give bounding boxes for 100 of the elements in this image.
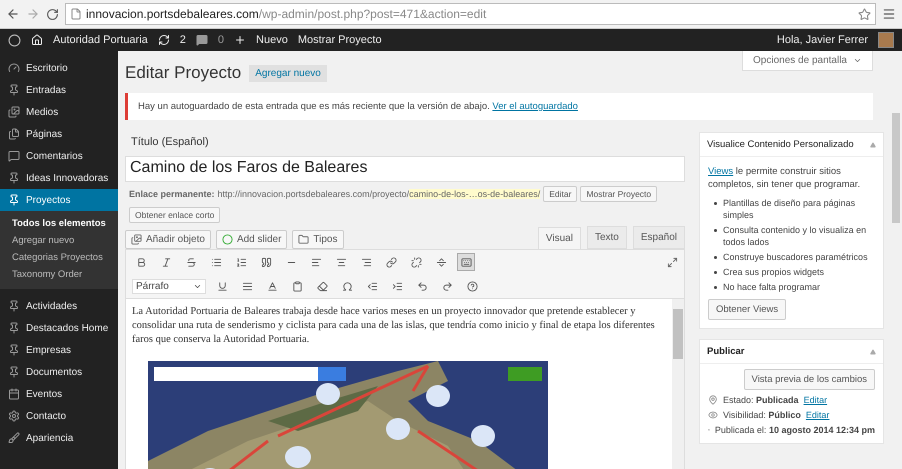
preview-button[interactable]: Vista previa de los cambios: [744, 369, 875, 390]
media-button[interactable]: Add slider: [216, 230, 288, 249]
permalink-label: Enlace permanente:: [129, 189, 215, 199]
sidebar-item[interactable]: Eventos: [0, 383, 118, 405]
publish-status: Publicada el: 10 agosto 2014 12:34 pm: [714, 425, 875, 435]
sidebar-label[interactable]: Medios: [26, 106, 58, 118]
title-label: Título (Español): [130, 135, 210, 150]
updates-icon[interactable]: [158, 34, 170, 46]
media-button[interactable]: Tipos: [292, 230, 344, 249]
edit-link[interactable]: Editar: [804, 395, 828, 405]
menu-icon[interactable]: [882, 7, 896, 21]
panel-title: Visualice Contenido Personalizado: [707, 139, 854, 150]
sidebar-item[interactable]: Proyectos: [0, 189, 118, 211]
body-text: La Autoridad Portuaria de Baleares trabaja desde hace varios meses en un proyecto innovador que pretende establecer y consolidar una ruta de senderismo y ciclista para cada una de las islas, que tendría como inicio y final de etapa los diferentes faros que conserva la Autoridad Portuaria.: [132, 305, 656, 347]
sidebar-label[interactable]: Documentos: [26, 366, 82, 378]
title-field[interactable]: Camino de los Faros de Baleares: [125, 156, 685, 182]
fullscreen-icon[interactable]: [667, 256, 678, 268]
submenu-item[interactable]: Taxonomy Order: [0, 266, 118, 283]
pages-icon: [8, 128, 20, 140]
sidebar-item[interactable]: Ideas Innovadoras: [0, 167, 118, 189]
view-link[interactable]: Mostrar Proyecto: [298, 34, 382, 46]
sidebar-label[interactable]: Contacto: [26, 410, 66, 422]
sidebar-item[interactable]: Destacados Home: [0, 317, 118, 339]
eye-icon: [708, 410, 718, 420]
submenu-item[interactable]: Todos los elementos: [0, 215, 118, 232]
editor-tab[interactable]: Español: [632, 226, 685, 249]
back-icon[interactable]: [6, 7, 20, 21]
autosave-link[interactable]: Ver el autoguardado: [492, 101, 578, 112]
views-intro: Views le permite construir sitios completos, sin tener que programar.: [708, 165, 862, 191]
sidebar-label[interactable]: Entradas: [26, 84, 66, 96]
reload-icon[interactable]: [46, 8, 59, 20]
sidebar-label[interactable]: Apariencia: [26, 432, 74, 444]
sidebar-item[interactable]: Empresas: [0, 339, 118, 361]
plus-icon[interactable]: [234, 34, 246, 46]
folder-icon: [298, 234, 310, 245]
sidebar-label[interactable]: Actividades: [26, 300, 78, 312]
feature-item: Crea sus propios widgets: [723, 266, 824, 278]
sidebar-label[interactable]: Escritorio: [26, 62, 68, 74]
sidebar-item[interactable]: Apariencia: [0, 427, 118, 449]
sidebar-item[interactable]: Comentarios: [0, 145, 118, 167]
editor-scrollbar[interactable]: [672, 299, 684, 469]
format-select[interactable]: Párrafo: [132, 278, 206, 294]
comment-icon[interactable]: [196, 34, 208, 46]
sidebar-label[interactable]: Empresas: [26, 344, 72, 356]
sidebar-item[interactable]: Contacto: [0, 405, 118, 427]
sidebar-item[interactable]: Actividades: [0, 295, 118, 317]
add-new-button[interactable]: Agregar nuevo: [249, 64, 327, 82]
sidebar-label[interactable]: Proyectos: [26, 194, 70, 206]
media-button[interactable]: Añadir objeto: [125, 230, 211, 249]
publish-status: Estado: Publicada: [723, 395, 799, 405]
permalink-url: http://innovacion.portsdebaleares.com/proyecto/camino-de-los-…os-de-baleares/: [218, 189, 540, 199]
images-icon: [8, 106, 20, 118]
feature-item: Plantillas de diseño para páginas simples: [723, 197, 856, 221]
panel-title: Publicar: [707, 346, 744, 357]
pin-icon: [708, 395, 718, 405]
bullet-icon: [714, 202, 717, 205]
pin-icon: [8, 172, 20, 184]
publish-status: Visibilidad: Público: [723, 410, 801, 420]
feature-item: Consulta contenido y lo visualiza en todos lados: [723, 224, 868, 248]
sidebar-label[interactable]: Comentarios: [26, 150, 83, 162]
pin-icon: [8, 322, 20, 334]
pin-icon: [8, 194, 20, 206]
bullet-icon: [714, 271, 717, 274]
feature-item: No hace falta programar: [723, 281, 820, 293]
shortlink-button[interactable]: Obtener enlace corto: [129, 207, 220, 223]
new-link[interactable]: Nuevo: [256, 34, 288, 46]
pin-icon: [8, 344, 20, 356]
sidebar-label[interactable]: Páginas: [26, 128, 62, 140]
toolbar-toggle-icon[interactable]: [457, 253, 475, 271]
sidebar-label[interactable]: Destacados Home: [26, 322, 108, 334]
site-link[interactable]: Autoridad Portuaria: [53, 34, 148, 46]
submenu-item[interactable]: Categorias Proyectos: [0, 249, 118, 266]
address-bar[interactable]: innovacion.portsdebaleares.com/wp-admin/post.php?post=471&action=edit: [65, 3, 876, 25]
sidebar-item[interactable]: Documentos: [0, 361, 118, 383]
sidebar-item[interactable]: Escritorio: [0, 57, 118, 79]
editor-tab[interactable]: Visual: [538, 226, 581, 248]
home-icon[interactable]: [31, 34, 43, 46]
sidebar-item[interactable]: Medios: [0, 101, 118, 123]
brush-icon: [8, 432, 20, 444]
updates-count[interactable]: 2: [180, 34, 186, 46]
star-icon[interactable]: [858, 8, 871, 20]
submenu-item[interactable]: Agregar nuevo: [0, 232, 118, 249]
gauge-icon: [8, 62, 20, 74]
page-icon: [70, 8, 82, 20]
sidebar-item[interactable]: Páginas: [0, 123, 118, 145]
screen-options-button[interactable]: Opciones de pantalla: [742, 51, 873, 71]
pin-icon: [8, 300, 20, 312]
permalink-button[interactable]: Editar: [543, 186, 578, 202]
bullet-icon: [714, 229, 717, 232]
images-icon: [131, 234, 142, 245]
views-link[interactable]: Views: [708, 166, 734, 177]
edit-link[interactable]: Editar: [806, 410, 830, 420]
sidebar-item[interactable]: Entradas: [0, 79, 118, 101]
account-link[interactable]: Hola, Javier Ferrer: [776, 34, 868, 46]
permalink-button[interactable]: Mostrar Proyecto: [580, 186, 658, 202]
editor-tab[interactable]: Texto: [586, 226, 627, 249]
sidebar-label[interactable]: Eventos: [26, 388, 62, 400]
get-views-button[interactable]: Obtener Views: [708, 299, 786, 320]
sidebar-label[interactable]: Ideas Innovadoras: [26, 172, 108, 184]
comments-count[interactable]: 0: [218, 34, 224, 46]
